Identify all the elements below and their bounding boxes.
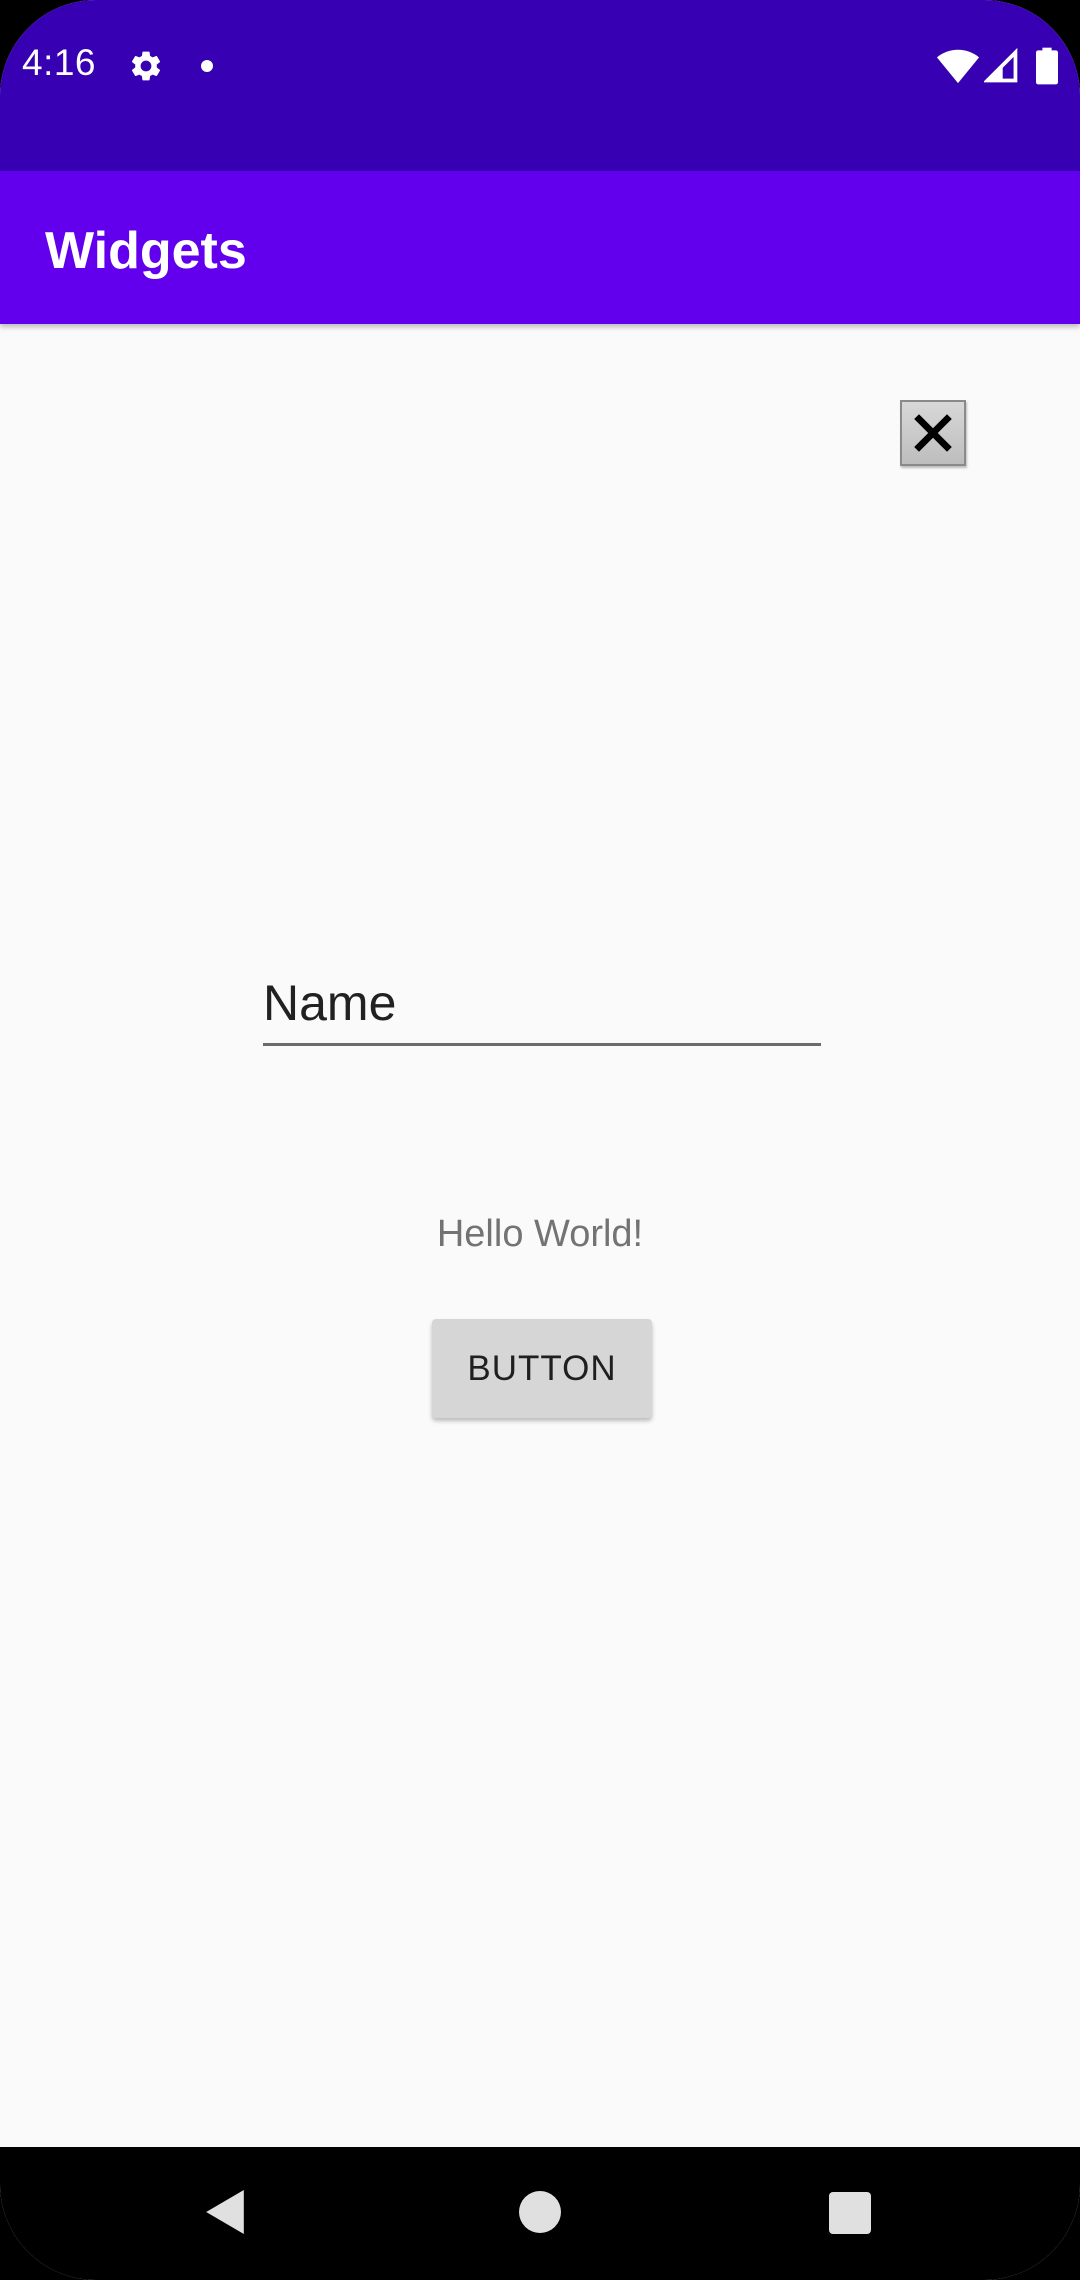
name-input-value: Name [263, 975, 397, 1031]
name-input[interactable]: Name [263, 962, 821, 1046]
wifi-icon [936, 49, 980, 84]
status-bar: 4:16 [0, 0, 1080, 171]
gear-icon [131, 51, 161, 81]
battery-icon [1036, 47, 1058, 85]
navigation-bar [0, 2147, 1080, 2280]
status-time: 4:16 [22, 42, 97, 83]
main-button[interactable]: BUTTON [432, 1319, 652, 1418]
signal-icon [984, 48, 1018, 83]
app-bar: Widgets [0, 171, 1080, 324]
hello-text: Hello World! [436, 1213, 644, 1255]
close-icon [914, 414, 952, 452]
phone-screen: 4:16 Widgets Name Hello World! BUTTON [0, 0, 1080, 2280]
close-button[interactable] [900, 400, 966, 466]
back-icon[interactable] [204, 2189, 246, 2235]
home-icon[interactable] [519, 2191, 561, 2233]
recents-icon[interactable] [829, 2192, 871, 2234]
notification-dot [201, 60, 213, 72]
app-title: Widgets [45, 222, 247, 280]
